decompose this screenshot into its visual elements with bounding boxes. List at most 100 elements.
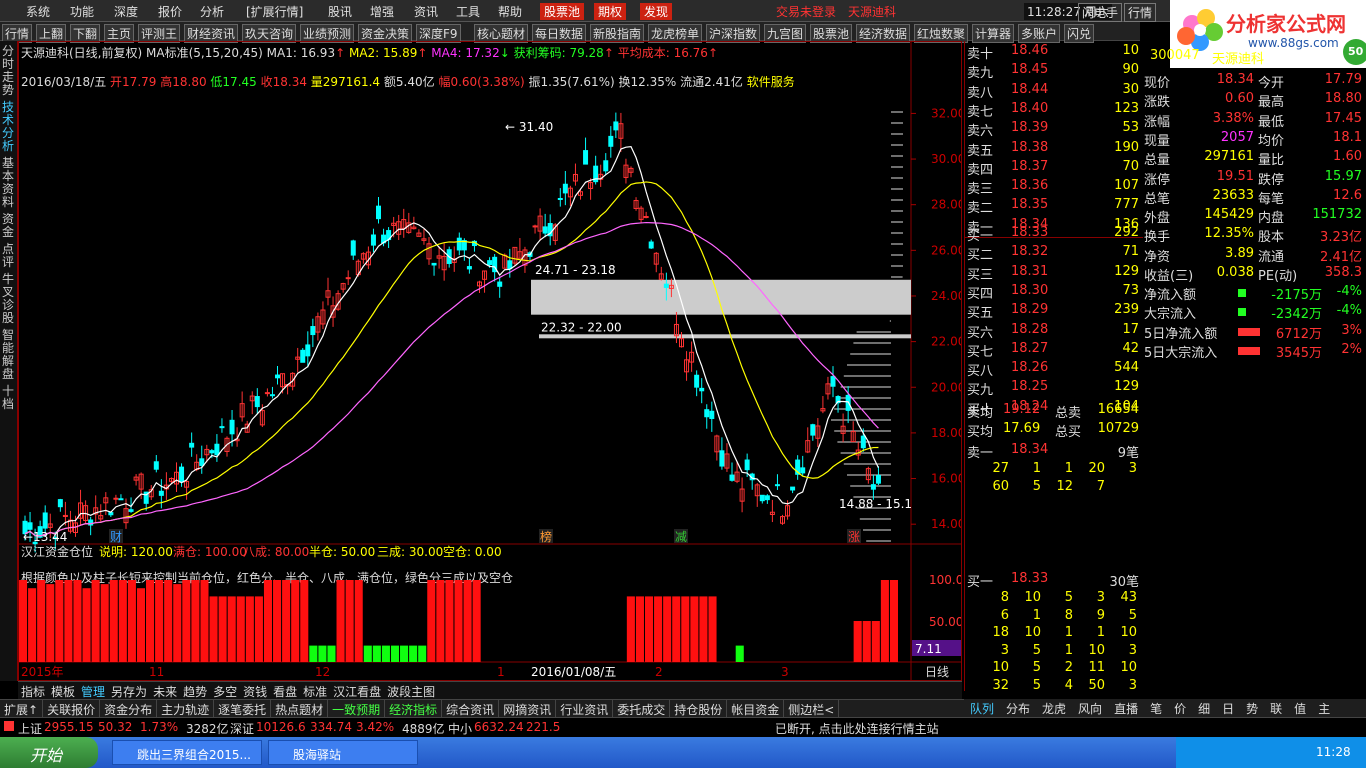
candle-body (774, 484, 780, 487)
avg-buy-total: 10729 (1097, 421, 1139, 436)
ob-tab-1[interactable]: 分布 (1000, 699, 1036, 718)
sub-axis-50: 50.00 (929, 615, 961, 629)
candle-body (860, 435, 866, 449)
ob-tab-5[interactable]: 笔 (1144, 699, 1168, 718)
taskbar-item-app[interactable]: 跳出三界组合2015... (112, 740, 262, 765)
ob-tab-6[interactable]: 价 (1168, 699, 1192, 718)
avg-sell: 卖均 19.12 总卖 16654 (967, 402, 1141, 421)
sell1-queue: 卖一 18.34 9笔 (967, 442, 1141, 461)
ask-row-2-price: 18.44 (1011, 81, 1049, 97)
quote-value: 145429 (1204, 207, 1254, 223)
candle-body (870, 484, 876, 490)
discover-button[interactable]: 发现 (640, 3, 673, 20)
sh-index[interactable]: 2955.15 (44, 720, 94, 734)
quote-value: 18.34 (1216, 72, 1254, 87)
position-bar (699, 596, 708, 662)
ob-tab-11[interactable]: 值 (1288, 699, 1312, 718)
menu-help[interactable]: 帮助 (498, 3, 522, 20)
quote-value: 297161 (1204, 149, 1254, 165)
candle-body (759, 494, 765, 502)
kline-chart[interactable]: 32.00 30.00 28.00 26.00 24.00 22.00 20.00 18.00… (19, 42, 961, 680)
sell1-queue-cell: 7 (1096, 478, 1105, 494)
position-bar (209, 596, 218, 662)
ask-row-6-volume: 70 (1122, 158, 1139, 174)
leftnav-item-5[interactable]: 牛叉诊股 (2, 273, 16, 325)
ask-row-0: 卖十 18.46 10 (967, 43, 1141, 62)
leftnav-item-6[interactable]: 智能解盘 (2, 329, 16, 381)
position-bar (136, 588, 146, 662)
menu-function[interactable]: 功能 (70, 3, 94, 20)
quote-button[interactable]: 行情 (1124, 3, 1157, 22)
ob-tab-0[interactable]: 队列 (964, 699, 1000, 718)
ask-row-4-volume: 53 (1122, 120, 1139, 136)
buy1-queue-cell: 10 (992, 660, 1009, 675)
menu-enhance[interactable]: 增强 (370, 3, 394, 20)
flow-pct: -4% (1336, 303, 1362, 319)
price-tick-label: 24.00 (931, 289, 961, 303)
sz-index[interactable]: 10126.6 (256, 720, 306, 734)
leftnav-item-7[interactable]: 十档 (2, 385, 16, 411)
taskbar-item-forum[interactable]: 股海驿站 (268, 740, 418, 765)
ask-row-5-price: 18.38 (1011, 139, 1049, 155)
leftnav-item-3[interactable]: 资金 (2, 213, 16, 239)
menu-ext-quote[interactable]: [扩展行情] (246, 3, 303, 20)
ob-tab-3[interactable]: 风向 (1072, 699, 1108, 718)
bid-row-7-volume: 544 (1114, 360, 1139, 376)
ask-row-8: 卖二 18.35 777 (967, 197, 1141, 216)
leftnav-item-1[interactable]: 技术分析 (2, 101, 16, 153)
candle-body (507, 260, 513, 270)
leftnav-item-4[interactable]: 点评 (2, 243, 16, 269)
avg-buy: 买均 17.69 总买 10729 (967, 421, 1141, 440)
connection-status[interactable]: 已断开, 点击此处连接行情主站 (775, 720, 939, 737)
menu-tools[interactable]: 工具 (456, 3, 480, 20)
buy1-queue-cell: 18 (992, 625, 1009, 640)
buy1-queue-cell: 3 (1128, 677, 1137, 693)
ob-tab-12[interactable]: 主 (1312, 699, 1336, 718)
buy1-queue-cell: 5 (1032, 642, 1041, 658)
candle-body (113, 497, 119, 500)
quote-value: 2057 (1220, 129, 1254, 145)
ma-line-20 (24, 181, 879, 537)
menu-quote[interactable]: 报价 (158, 3, 182, 20)
buy1-queue-cell: 8 (1064, 607, 1073, 623)
event-marker: 榜 (540, 529, 552, 544)
trade-login-status[interactable]: 交易未登录 (776, 3, 836, 20)
avg-sell-total: 16654 (1097, 402, 1139, 417)
bid-row-7-price: 18.26 (1011, 360, 1049, 376)
stock-pool-button[interactable]: 股票池 (540, 3, 585, 20)
ob-tab-10[interactable]: 联 (1264, 699, 1288, 718)
ob-tab-8[interactable]: 日 (1216, 699, 1240, 718)
ask-row-4-label: 卖六 (967, 124, 994, 140)
menu-info[interactable]: 资讯 (414, 3, 438, 20)
menu-analysis[interactable]: 分析 (200, 3, 224, 20)
avg-buy-price: 17.69 (1003, 421, 1041, 436)
position-bar (372, 645, 381, 662)
zx-index[interactable]: 6632.24 (474, 720, 524, 734)
flash-trade-button[interactable]: 闪电手 (1078, 3, 1123, 22)
ask-row-1-price: 18.45 (1011, 62, 1049, 78)
position-bar (236, 596, 245, 662)
menu-system[interactable]: 系统 (26, 3, 50, 20)
quote-row-6: 总笔 23633 每笔 12.6 (1144, 188, 1364, 207)
ob-tab-2[interactable]: 龙虎 (1036, 699, 1072, 718)
position-bar (409, 645, 418, 662)
position-bar (445, 580, 454, 662)
candle-body (744, 459, 750, 471)
buy1-queue-cell: 2 (1064, 660, 1073, 675)
position-bar (245, 596, 254, 662)
leftnav-item-2[interactable]: 基本资料 (2, 157, 16, 209)
bid-row-3-volume: 73 (1122, 282, 1139, 298)
buy1-queue: 买一 18.33 30笔 (967, 571, 1141, 590)
bid-row-1-volume: 71 (1122, 244, 1139, 260)
bid-row-4-price: 18.29 (1011, 302, 1049, 318)
leftnav-item-0[interactable]: 分时走势 (2, 45, 16, 97)
menu-depth[interactable]: 深度 (114, 3, 138, 20)
start-button[interactable]: 开始 (0, 737, 98, 768)
ob-tab-9[interactable]: 势 (1240, 699, 1264, 718)
menu-news[interactable]: 股讯 (328, 3, 352, 20)
quote-label: 现价 (1144, 76, 1171, 91)
options-button[interactable]: 期权 (594, 3, 627, 20)
position-bar (118, 580, 127, 662)
ob-tab-7[interactable]: 细 (1192, 699, 1216, 718)
ob-tab-4[interactable]: 直播 (1108, 699, 1144, 718)
